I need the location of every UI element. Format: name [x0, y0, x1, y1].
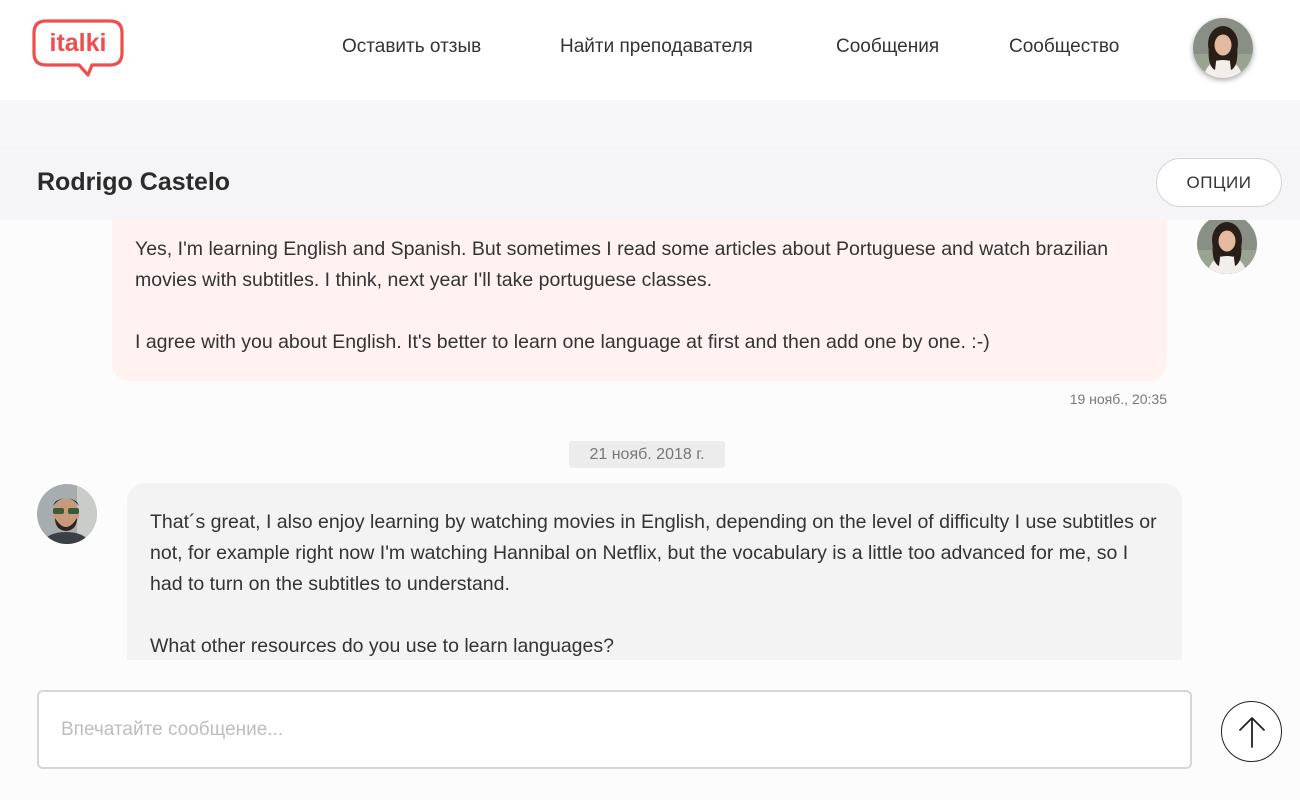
message-bubble-outgoing: Yes, I'm learning English and Spanish. B…	[112, 220, 1167, 381]
message-composer	[0, 660, 1300, 800]
nav-find-teacher[interactable]: Найти преподавателя	[560, 36, 753, 58]
send-button[interactable]	[1221, 701, 1282, 762]
message-paragraph: I agree with you about English. It's bet…	[135, 331, 990, 353]
my-avatar-icon[interactable]	[1197, 220, 1257, 274]
nav-messages[interactable]: Сообщения	[836, 36, 939, 58]
message-paragraph: That´s great, I also enjoy learning by w…	[150, 511, 1157, 595]
message-input[interactable]	[37, 690, 1192, 769]
message-thread[interactable]: Yes, I'm learning English and Spanish. B…	[0, 220, 1300, 660]
date-separator: 21 нояб. 2018 г.	[569, 441, 725, 468]
logo-text: italki	[50, 29, 107, 57]
conversation-header: Rodrigo Castelo ОПЦИИ	[0, 146, 1300, 220]
message-paragraph: Yes, I'm learning English and Spanish. B…	[135, 238, 1109, 291]
arrow-up-icon	[1238, 716, 1265, 748]
nav-community[interactable]: Сообщество	[1009, 36, 1119, 58]
user-avatar-icon[interactable]	[1193, 18, 1253, 78]
conversation-partner-name: Rodrigo Castelo	[37, 168, 231, 196]
message-paragraph: What other resources do you use to learn…	[150, 635, 614, 657]
spacer-band	[0, 100, 1300, 146]
nav-leave-review[interactable]: Оставить отзыв	[342, 36, 481, 58]
italki-logo[interactable]: italki	[32, 18, 126, 78]
partner-avatar-icon[interactable]	[37, 484, 97, 544]
message-timestamp: 19 нояб., 20:35	[1069, 391, 1167, 407]
message-bubble-incoming: That´s great, I also enjoy learning by w…	[127, 483, 1182, 660]
options-button[interactable]: ОПЦИИ	[1156, 158, 1282, 207]
top-nav: italki Оставить отзыв Найти преподавател…	[0, 0, 1300, 100]
